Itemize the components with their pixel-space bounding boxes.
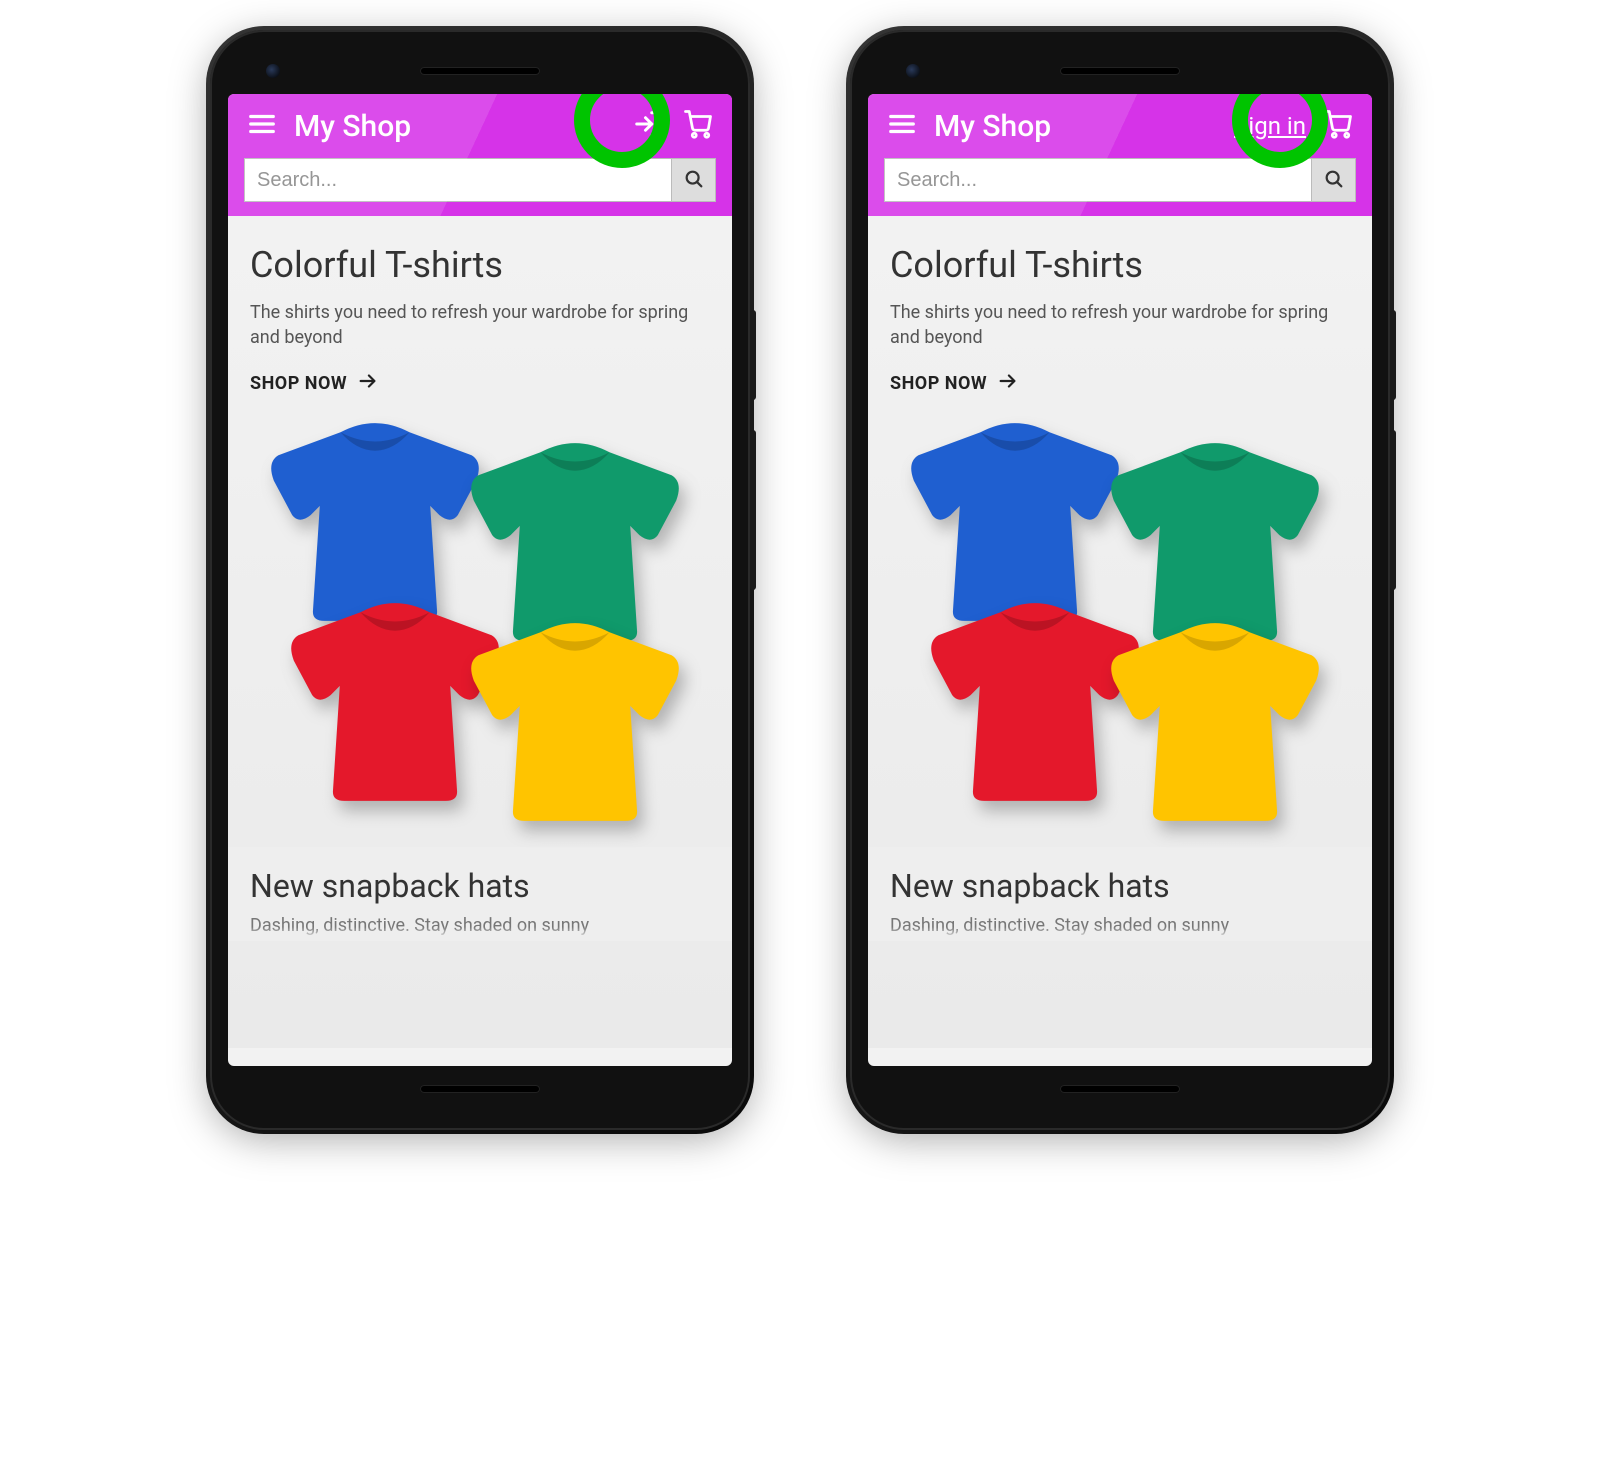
arrow-right-icon (357, 370, 379, 397)
tshirt-yellow (460, 617, 690, 827)
hats-subtitle-truncated: Dashing, distinctive. Stay shaded on sun… (250, 915, 710, 937)
tshirt-image-group (250, 407, 710, 827)
signin-button[interactable] (630, 108, 666, 144)
hero-title: Colorful T-shirts (890, 244, 1350, 286)
phone-bezel-top (228, 48, 732, 94)
search-bar (884, 158, 1356, 202)
tshirt-yellow (1100, 617, 1330, 827)
phone-volume-button (750, 430, 756, 590)
app-header: My Shop Sign in (868, 94, 1372, 216)
phone-volume-button (1390, 430, 1396, 590)
arrow-right-icon (997, 370, 1019, 397)
front-camera (906, 64, 920, 78)
phone-bezel-bottom (868, 1066, 1372, 1112)
search-button[interactable] (671, 159, 715, 201)
search-input[interactable] (885, 159, 1311, 201)
search-icon (1323, 168, 1345, 193)
app-header: My Shop (228, 94, 732, 216)
tshirt-image-group (890, 407, 1350, 827)
cart-button[interactable] (680, 108, 716, 144)
hats-title: New snapback hats (250, 867, 710, 905)
hats-subtitle-truncated: Dashing, distinctive. Stay shaded on sun… (890, 915, 1350, 937)
hamburger-icon (247, 109, 277, 143)
hero-section: Colorful T-shirts The shirts you need to… (250, 244, 710, 827)
phone-screen: My Shop Sign in Color (868, 94, 1372, 1066)
tshirt-blue (900, 417, 1130, 627)
phone-screen: My Shop (228, 94, 732, 1066)
main-content: Colorful T-shirts The shirts you need to… (868, 216, 1372, 1048)
phone-mock-left: My Shop (210, 30, 750, 1130)
shop-now-label: SHOP NOW (250, 373, 347, 394)
signin-link[interactable]: Sign in (1234, 112, 1306, 140)
cart-icon (1323, 109, 1353, 143)
phone-power-button (1390, 310, 1396, 400)
bottom-speaker (1060, 1085, 1180, 1093)
front-camera (266, 64, 280, 78)
hats-title: New snapback hats (890, 867, 1350, 905)
earpiece-speaker (420, 67, 540, 75)
search-bar (244, 158, 716, 202)
login-icon (633, 109, 663, 143)
shop-now-link[interactable]: SHOP NOW (250, 370, 379, 397)
phone-power-button (750, 310, 756, 400)
cart-icon (683, 109, 713, 143)
shop-now-link[interactable]: SHOP NOW (890, 370, 1019, 397)
phone-bezel-top (868, 48, 1372, 94)
phone-mock-right: My Shop Sign in Color (850, 30, 1390, 1130)
main-content: Colorful T-shirts The shirts you need to… (228, 216, 732, 1048)
tshirt-blue (260, 417, 490, 627)
bottom-speaker (420, 1085, 540, 1093)
hats-section: New snapback hats Dashing, distinctive. … (228, 847, 732, 941)
search-icon (683, 168, 705, 193)
menu-button[interactable] (884, 108, 920, 144)
hero-title: Colorful T-shirts (250, 244, 710, 286)
phone-bezel-bottom (228, 1066, 732, 1112)
hero-subtitle: The shirts you need to refresh your ward… (250, 300, 710, 350)
app-title: My Shop (294, 109, 411, 144)
hamburger-icon (887, 109, 917, 143)
search-input[interactable] (245, 159, 671, 201)
hero-subtitle: The shirts you need to refresh your ward… (890, 300, 1350, 350)
menu-button[interactable] (244, 108, 280, 144)
hats-section: New snapback hats Dashing, distinctive. … (868, 847, 1372, 941)
hero-section: Colorful T-shirts The shirts you need to… (890, 244, 1350, 827)
cart-button[interactable] (1320, 108, 1356, 144)
app-title: My Shop (934, 109, 1051, 144)
shop-now-label: SHOP NOW (890, 373, 987, 394)
search-button[interactable] (1311, 159, 1355, 201)
earpiece-speaker (1060, 67, 1180, 75)
